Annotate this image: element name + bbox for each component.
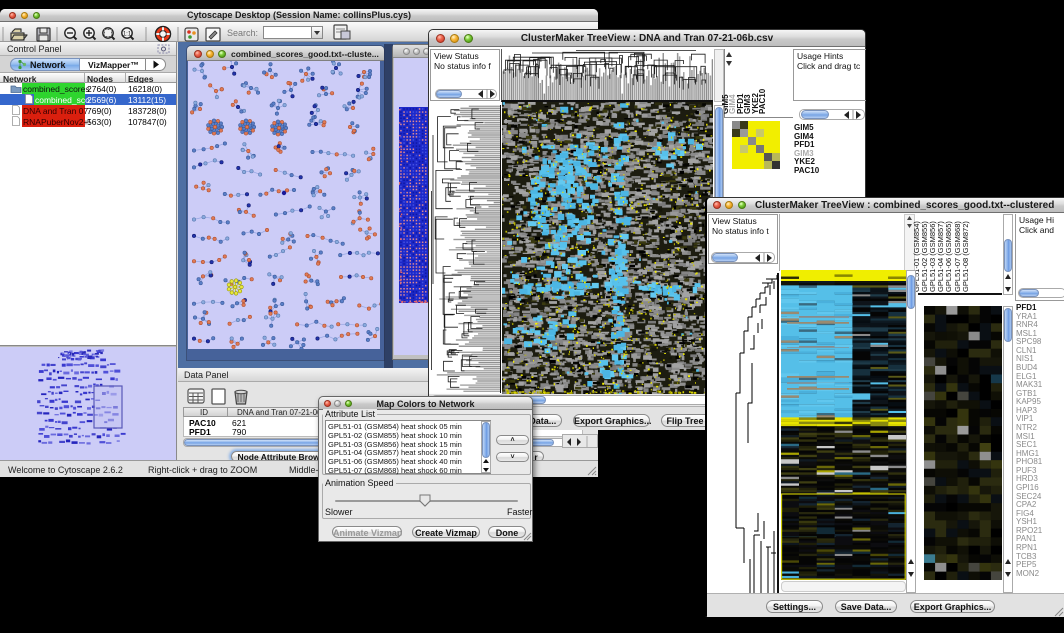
svg-text:1:1: 1:1	[123, 32, 132, 38]
